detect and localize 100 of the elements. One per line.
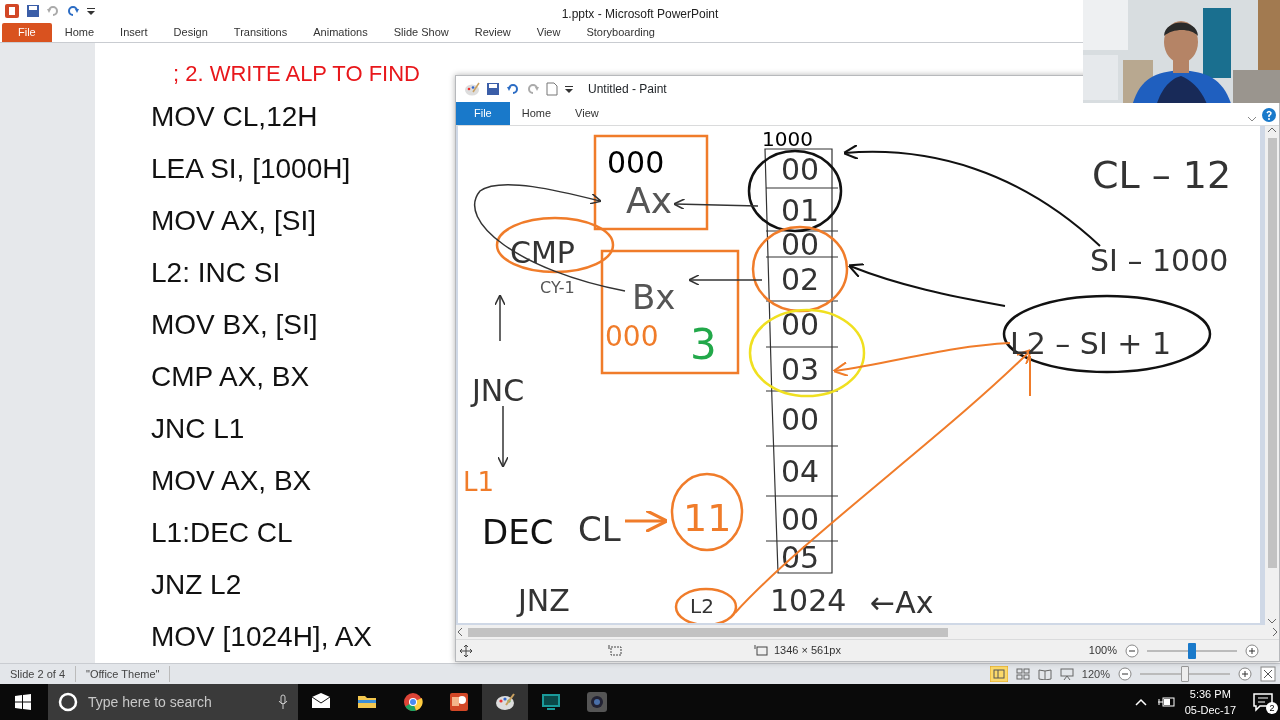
circled-mark <box>674 587 738 623</box>
cortana-icon <box>58 692 78 712</box>
file-tab[interactable]: File <box>2 22 52 43</box>
code-line: MOV AX, [SI] <box>151 204 316 239</box>
scroll-up-icon[interactable] <box>1267 126 1277 134</box>
code-line: MOV CL,12H <box>151 100 318 135</box>
handwritten-note: JNC <box>472 373 525 408</box>
scroll-down-icon[interactable] <box>1267 617 1277 625</box>
help-icon[interactable] <box>1261 107 1277 123</box>
save-icon[interactable] <box>486 82 500 96</box>
camera-icon[interactable] <box>586 691 608 713</box>
handwritten-note: Ax <box>626 180 672 221</box>
notification-count: 2 <box>1266 702 1278 714</box>
presentation-app-icon[interactable] <box>448 691 470 713</box>
slider-thumb[interactable] <box>1188 642 1196 659</box>
zoom-level: 100% <box>1088 643 1117 659</box>
browser-icon[interactable] <box>402 691 424 713</box>
move-icon <box>460 644 472 657</box>
zoom-in-button[interactable] <box>1245 643 1259 658</box>
handwritten-note: L1 <box>463 467 495 497</box>
zoom-out-button[interactable] <box>1118 667 1132 682</box>
slide-sorter-icon[interactable] <box>1015 668 1030 681</box>
handwritten-note: L2 – SI + 1 <box>1010 326 1172 361</box>
code-line: MOV BX, [SI] <box>151 308 318 343</box>
theme-name: "Office Theme" <box>76 665 171 683</box>
notifications-icon[interactable] <box>1252 692 1274 712</box>
monitor-icon[interactable] <box>540 691 562 713</box>
ribbon-tab[interactable]: Home <box>51 22 108 43</box>
zoom-level: 120% <box>1081 666 1110 682</box>
slide-counter: Slide 2 of 4 <box>0 665 77 683</box>
microphone-icon[interactable] <box>278 694 288 710</box>
arrow <box>625 508 669 534</box>
handwritten-note: 1000 <box>762 127 813 151</box>
arrow <box>493 294 507 342</box>
slider-thumb[interactable] <box>1181 666 1189 683</box>
code-line: MOV [1024H], AX <box>151 620 372 655</box>
chevron-up-icon[interactable] <box>1134 698 1147 706</box>
ribbon-tab[interactable]: View <box>523 22 574 43</box>
ribbon-tab[interactable]: Review <box>461 22 524 43</box>
slide-title: ; 2. WRITE ALP TO FIND <box>173 61 420 88</box>
scrollbar-thumb[interactable] <box>1267 138 1277 568</box>
handwritten-note: CY-1 <box>540 278 575 297</box>
scrollbar-thumb[interactable] <box>468 627 948 637</box>
new-document-icon[interactable] <box>546 82 558 96</box>
undo-icon[interactable] <box>506 82 520 96</box>
code-line: JNC L1 <box>151 412 245 447</box>
memory-value: 00 <box>780 151 820 187</box>
ribbon-tab[interactable]: Transitions <box>220 22 301 43</box>
canvas-size-icon <box>754 644 768 657</box>
handwritten-note: JNZ <box>518 583 570 618</box>
handwritten-note: CL <box>578 509 621 549</box>
time: 5:36 PM <box>1189 687 1231 702</box>
scroll-right-icon[interactable] <box>1271 627 1279 637</box>
fit-slide-icon[interactable] <box>1260 666 1276 683</box>
memory-value: 04 <box>780 454 820 489</box>
normal-view-icon[interactable] <box>989 666 1008 683</box>
redo-icon[interactable] <box>66 4 80 19</box>
memory-value: 00 <box>780 501 820 537</box>
paint-app-icon <box>464 81 480 97</box>
clock[interactable]: 5:36 PM 05-Dec-17 <box>1184 686 1236 718</box>
window-title: 1.pptx - Microsoft PowerPoint <box>561 6 719 23</box>
code-line: L1:DEC CL <box>151 516 293 551</box>
ribbon-tab[interactable]: Slide Show <box>380 22 462 43</box>
ribbon-tab[interactable]: Design <box>160 22 221 43</box>
scroll-left-icon[interactable] <box>456 627 464 637</box>
memory-value: 02 <box>780 262 820 297</box>
handwritten-note: 000 <box>607 145 665 180</box>
memory-value: 03 <box>780 352 820 387</box>
reading-view-icon[interactable] <box>1037 668 1052 681</box>
power-icon[interactable] <box>1156 696 1175 708</box>
zoom-out-button[interactable] <box>1125 643 1139 658</box>
palette-icon[interactable] <box>494 691 516 713</box>
ribbon-tab[interactable]: View <box>563 102 611 125</box>
code-line: CMP AX, BX <box>151 360 310 395</box>
handwritten-note: DEC <box>482 512 554 552</box>
ribbon-tab[interactable]: Insert <box>107 22 161 43</box>
slideshow-icon[interactable] <box>1059 668 1074 681</box>
handwritten-note: L2 <box>690 594 714 618</box>
zoom-in-button[interactable] <box>1238 667 1252 682</box>
date: 05-Dec-17 <box>1184 703 1236 718</box>
memory-value: 00 <box>780 401 820 437</box>
ribbon-tab[interactable]: Animations <box>300 22 381 43</box>
code-line: JNZ L2 <box>151 568 242 603</box>
expand-ribbon-icon[interactable] <box>1247 115 1257 123</box>
memory-value: 00 <box>780 227 820 262</box>
ribbon-tab[interactable]: Storyboarding <box>573 22 668 43</box>
canvas-size: 1346 × 561px <box>774 643 841 659</box>
handwritten-note: ←Ax <box>870 585 934 620</box>
ribbon-tab[interactable]: Home <box>509 102 564 125</box>
file-tab[interactable]: File <box>456 102 510 125</box>
handwritten-note: SI – 1000 <box>1090 243 1229 278</box>
handwritten-note: 11 <box>683 496 732 540</box>
save-icon[interactable] <box>26 4 40 19</box>
windows-icon[interactable] <box>15 694 31 710</box>
code-line: MOV AX, BX <box>151 464 312 499</box>
memory-value: 00 <box>780 307 820 342</box>
window-title: Untitled - Paint <box>588 81 667 98</box>
tick-mark <box>1029 355 1031 397</box>
code-line: L2: INC SI <box>151 256 281 291</box>
search-field[interactable]: Type here to search <box>48 684 298 720</box>
